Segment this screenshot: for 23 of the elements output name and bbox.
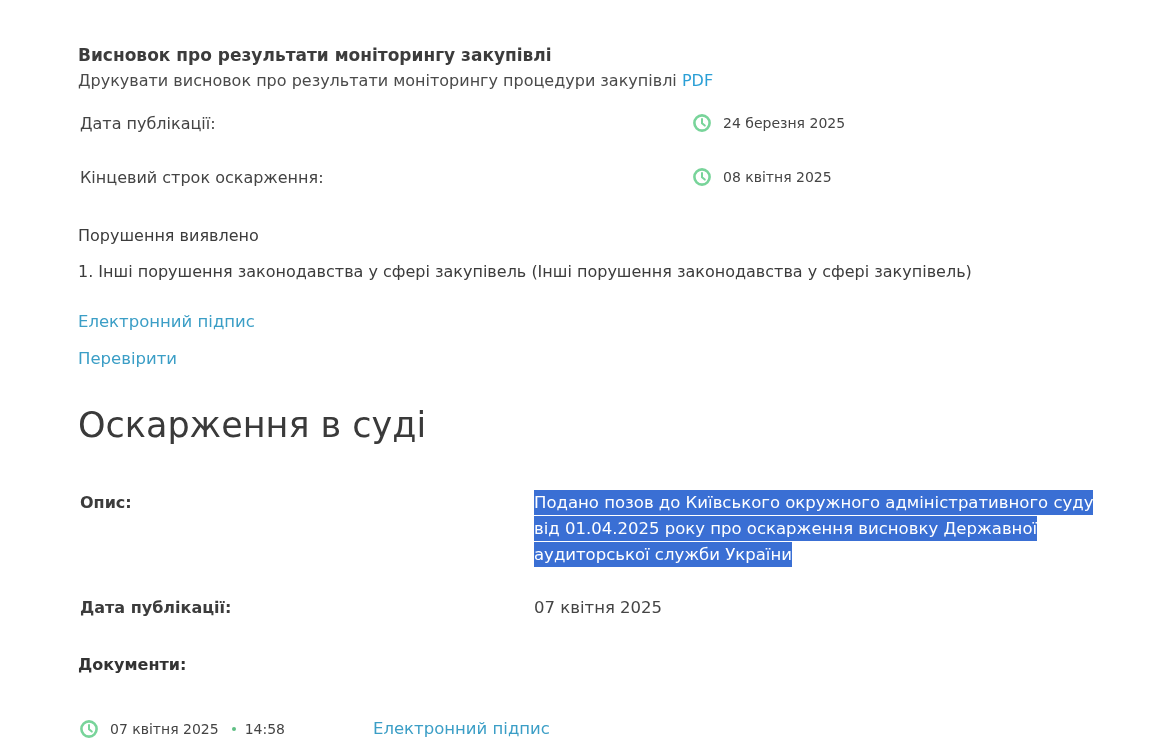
violations-heading: Порушення виявлено: [78, 225, 259, 247]
date-text: 24 березня 2025: [723, 115, 846, 131]
clock-icon: [693, 168, 711, 186]
separator-dot-icon: [231, 727, 236, 731]
date-text: 07 квітня 2025: [110, 721, 219, 737]
link[interactable]: Перевірити: [78, 348, 178, 370]
section-title: Висновок про результати моніторингу закупівлі: [78, 44, 552, 66]
field-label: Кінцевий строк оскарження:: [80, 167, 324, 187]
date-text: 08 квітня 2025: [723, 169, 832, 185]
field-label: Дата публікації:: [80, 597, 232, 619]
clock-icon: [693, 114, 711, 132]
field-value: 07 квітня 2025: [534, 597, 663, 619]
time-text: 14:58: [244, 721, 286, 737]
field-label: Документи:: [78, 654, 187, 676]
clock-icon: [80, 720, 98, 738]
field-label: Дата публікації:: [80, 113, 216, 133]
field-label: Опис:: [80, 492, 132, 514]
link[interactable]: Електронний підпис: [78, 311, 255, 333]
pdf-link[interactable]: PDF: [681, 71, 714, 90]
document-link[interactable]: Електронний підпис: [373, 718, 550, 740]
violation-text: 1. Інші порушення законодавства у сфері закупівель (Інші порушення законодавства у сфері закупівель): [78, 261, 973, 283]
section-heading: Оскарження в суді: [78, 404, 427, 447]
print-text: Друкувати висновок про результати моніторингу процедури закупівлі: [78, 71, 677, 90]
